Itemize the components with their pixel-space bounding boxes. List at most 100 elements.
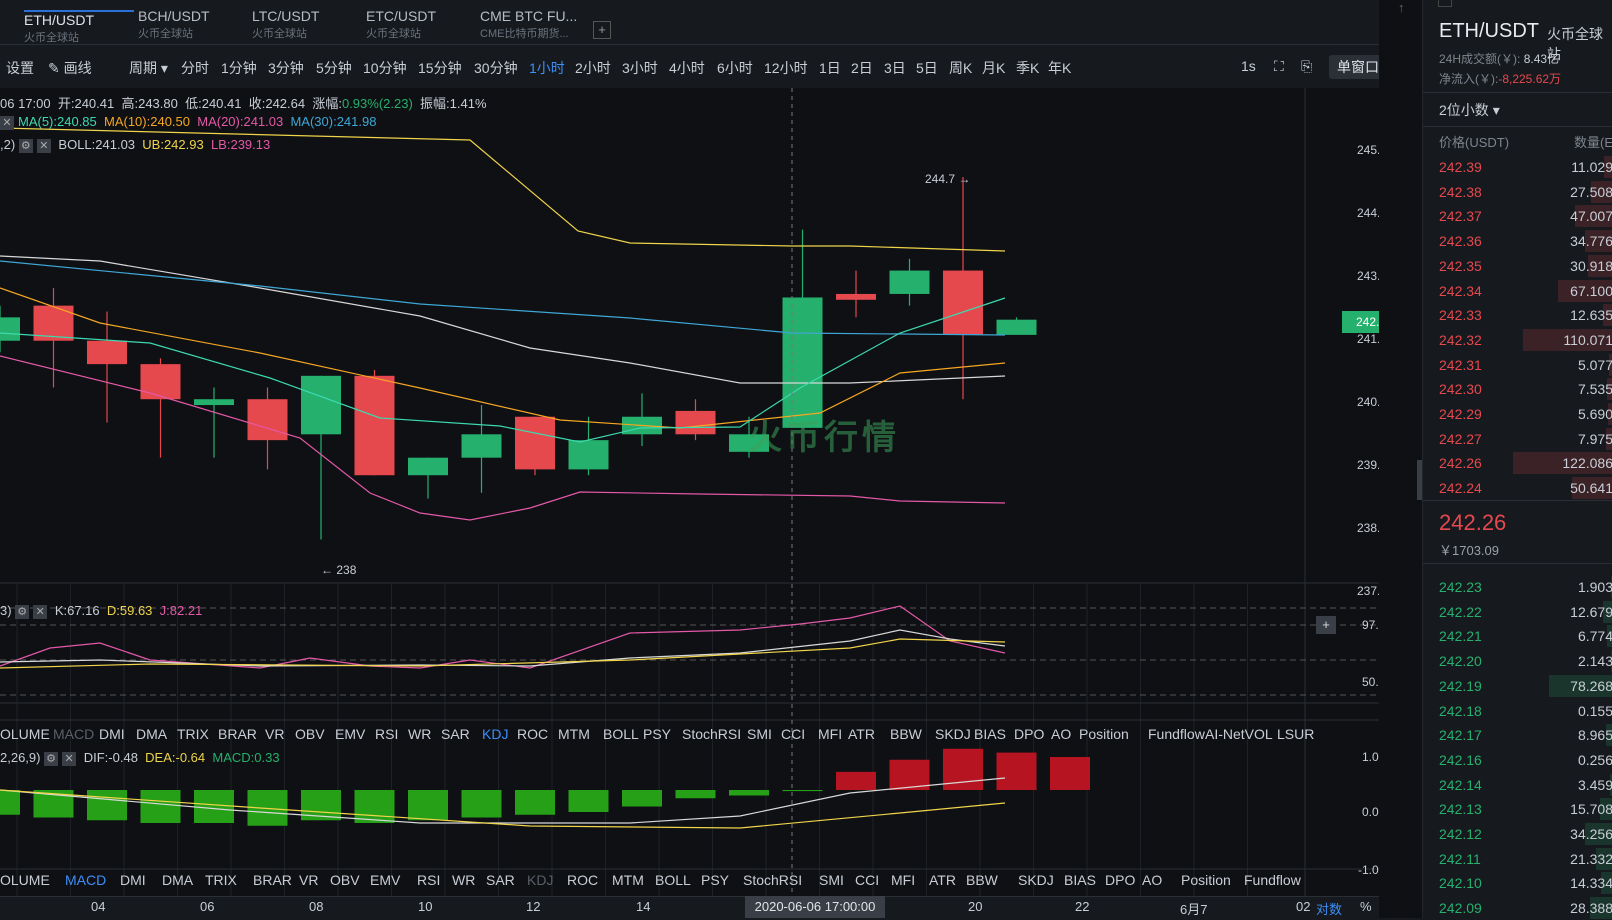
add-tab-button[interactable]: + <box>593 21 611 39</box>
indicator-tab[interactable]: TRIX <box>177 726 209 742</box>
bid-row[interactable]: 242.18 0.155 <box>1423 699 1612 723</box>
interval-option[interactable]: 5分钟 <box>316 58 352 78</box>
symbol-tab-etc[interactable]: ETC/USDT 火币全球站 <box>366 8 476 41</box>
bid-row[interactable]: 242.19 78.268 <box>1423 674 1612 698</box>
log-scale-toggle[interactable]: 对数 <box>1316 899 1342 918</box>
indicator-tab[interactable]: MFI <box>818 726 842 742</box>
indicator-tab[interactable]: WR <box>408 726 431 742</box>
chart-area[interactable] <box>0 88 1379 896</box>
collapse-icon[interactable]: ↑ <box>1398 0 1405 15</box>
ask-row[interactable]: 242.34 67.100 <box>1423 279 1612 303</box>
indicator-tab[interactable]: RSI <box>417 872 440 888</box>
indicator-tab[interactable]: CCI <box>781 726 805 742</box>
bid-row[interactable]: 242.11 21.332 <box>1423 847 1612 871</box>
indicator-tab[interactable]: BIAS <box>974 726 1006 742</box>
indicator-tab[interactable]: VR <box>265 726 284 742</box>
indicator-tab[interactable]: MACD <box>65 872 106 888</box>
symbol-tab-bch[interactable]: BCH/USDT 火币全球站 <box>138 8 248 41</box>
ask-row[interactable]: 242.31 5.077 <box>1423 353 1612 377</box>
draw-line-button[interactable]: ✎ 画线 <box>48 58 92 78</box>
interval-option[interactable]: 3分钟 <box>268 58 304 78</box>
interval-option[interactable]: 1日 <box>819 58 841 78</box>
symbol-tab-ltc[interactable]: LTC/USDT 火币全球站 <box>252 8 362 41</box>
indicator-tab[interactable]: MFI <box>891 872 915 888</box>
indicator-tab[interactable]: ATR <box>848 726 875 742</box>
indicator-tab[interactable]: Fundflow <box>1244 872 1301 888</box>
interval-option[interactable]: 年K <box>1048 58 1071 78</box>
indicator-tab[interactable]: BRAR <box>218 726 257 742</box>
settings-button[interactable]: 设置 <box>6 58 34 78</box>
indicator-tab[interactable]: SKDJ <box>1018 872 1054 888</box>
indicator-tab[interactable]: MTM <box>612 872 644 888</box>
close-icon[interactable]: ✕ <box>62 751 77 766</box>
fullscreen-icon[interactable]: ⛶ <box>1274 58 1284 75</box>
interval-option[interactable]: 10分钟 <box>363 58 407 78</box>
ask-row[interactable]: 242.38 27.508 <box>1423 180 1612 204</box>
indicator-tab[interactable]: DPO <box>1105 872 1135 888</box>
indicator-tab[interactable]: KDJ <box>527 872 553 888</box>
indicator-tab[interactable]: BRAR <box>253 872 292 888</box>
interval-option[interactable]: 4小时 <box>669 58 705 78</box>
interval-option[interactable]: 12小时 <box>764 58 808 78</box>
close-icon[interactable]: ✕ <box>36 138 51 153</box>
bid-row[interactable]: 242.21 6.774 <box>1423 624 1612 648</box>
indicator-tab[interactable]: ATR <box>929 872 956 888</box>
ask-row[interactable]: 242.24 50.641 <box>1423 476 1612 500</box>
indicator-tab[interactable]: SAR <box>486 872 515 888</box>
ask-row[interactable]: 242.39 11.029 <box>1423 155 1612 179</box>
indicator-tab[interactable]: BBW <box>890 726 922 742</box>
indicator-tab[interactable]: AI-NetVOL <box>1205 726 1273 742</box>
indicator-tab[interactable]: MTM <box>558 726 590 742</box>
interval-option[interactable]: 1分钟 <box>221 58 257 78</box>
indicator-tab[interactable]: PSY <box>701 872 729 888</box>
ask-row[interactable]: 242.36 34.776 <box>1423 229 1612 253</box>
indicator-tab[interactable]: SMI <box>747 726 772 742</box>
indicator-tab[interactable]: DMI <box>120 872 146 888</box>
interval-option[interactable]: 30分钟 <box>474 58 518 78</box>
window-icon[interactable] <box>1438 0 1452 7</box>
indicator-tab[interactable]: VR <box>299 872 318 888</box>
indicator-tab[interactable]: OBV <box>295 726 325 742</box>
decimals-select[interactable]: 2位小数 ▾ <box>1439 100 1500 120</box>
indicator-tab[interactable]: BBW <box>966 872 998 888</box>
interval-option[interactable]: 3日 <box>884 58 906 78</box>
percent-scale-toggle[interactable]: % <box>1360 899 1372 914</box>
indicator-tab[interactable]: DPO <box>1014 726 1044 742</box>
symbol-tab-eth[interactable]: ETH/USDT 火币全球站 <box>24 10 134 45</box>
bid-row[interactable]: 242.16 0.256 <box>1423 748 1612 772</box>
gear-icon[interactable]: ⚙ <box>15 604 30 619</box>
indicator-tab[interactable]: WR <box>452 872 475 888</box>
bid-row[interactable]: 242.23 1.903 <box>1423 575 1612 599</box>
indicator-tab[interactable]: SAR <box>441 726 470 742</box>
indicator-tab[interactable]: DMA <box>162 872 193 888</box>
indicator-tab[interactable]: BOLL <box>603 726 639 742</box>
interval-option[interactable]: 1小时 <box>529 58 565 78</box>
close-icon[interactable]: ✕ <box>33 604 48 619</box>
indicator-tab[interactable]: OLUME <box>0 726 50 742</box>
bid-row[interactable]: 242.13 15.708 <box>1423 797 1612 821</box>
indicator-tab[interactable]: PSY <box>643 726 671 742</box>
ask-row[interactable]: 242.26 122.086 <box>1423 451 1612 475</box>
symbol-tab-cme[interactable]: CME BTC FU... CME比特币期货... <box>480 8 590 41</box>
indicator-tab[interactable]: MACD <box>53 726 94 742</box>
bid-row[interactable]: 242.12 34.256 <box>1423 822 1612 846</box>
screenshot-icon[interactable]: ⎘ <box>1301 58 1312 75</box>
gear-icon[interactable]: ⚙ <box>18 138 33 153</box>
indicator-tab[interactable]: EMV <box>370 872 400 888</box>
interval-option[interactable]: 3小时 <box>622 58 658 78</box>
interval-option[interactable]: 6小时 <box>717 58 753 78</box>
indicator-tab[interactable]: ROC <box>567 872 598 888</box>
ask-row[interactable]: 242.30 7.535 <box>1423 377 1612 401</box>
interval-option[interactable]: 周K <box>949 58 972 78</box>
indicator-tab[interactable]: OBV <box>330 872 360 888</box>
indicator-tab[interactable]: AO <box>1142 872 1162 888</box>
interval-option[interactable]: 分时 <box>181 58 209 78</box>
ask-row[interactable]: 242.27 7.975 <box>1423 427 1612 451</box>
indicator-tab[interactable]: StochRSI <box>743 872 802 888</box>
indicator-tab[interactable]: LSUR <box>1277 726 1314 742</box>
ask-row[interactable]: 242.29 5.690 <box>1423 402 1612 426</box>
refresh-interval[interactable]: 1s <box>1241 58 1256 74</box>
bid-row[interactable]: 242.10 14.334 <box>1423 871 1612 895</box>
bid-row[interactable]: 242.17 8.965 <box>1423 723 1612 747</box>
interval-option[interactable]: 月K <box>982 58 1005 78</box>
